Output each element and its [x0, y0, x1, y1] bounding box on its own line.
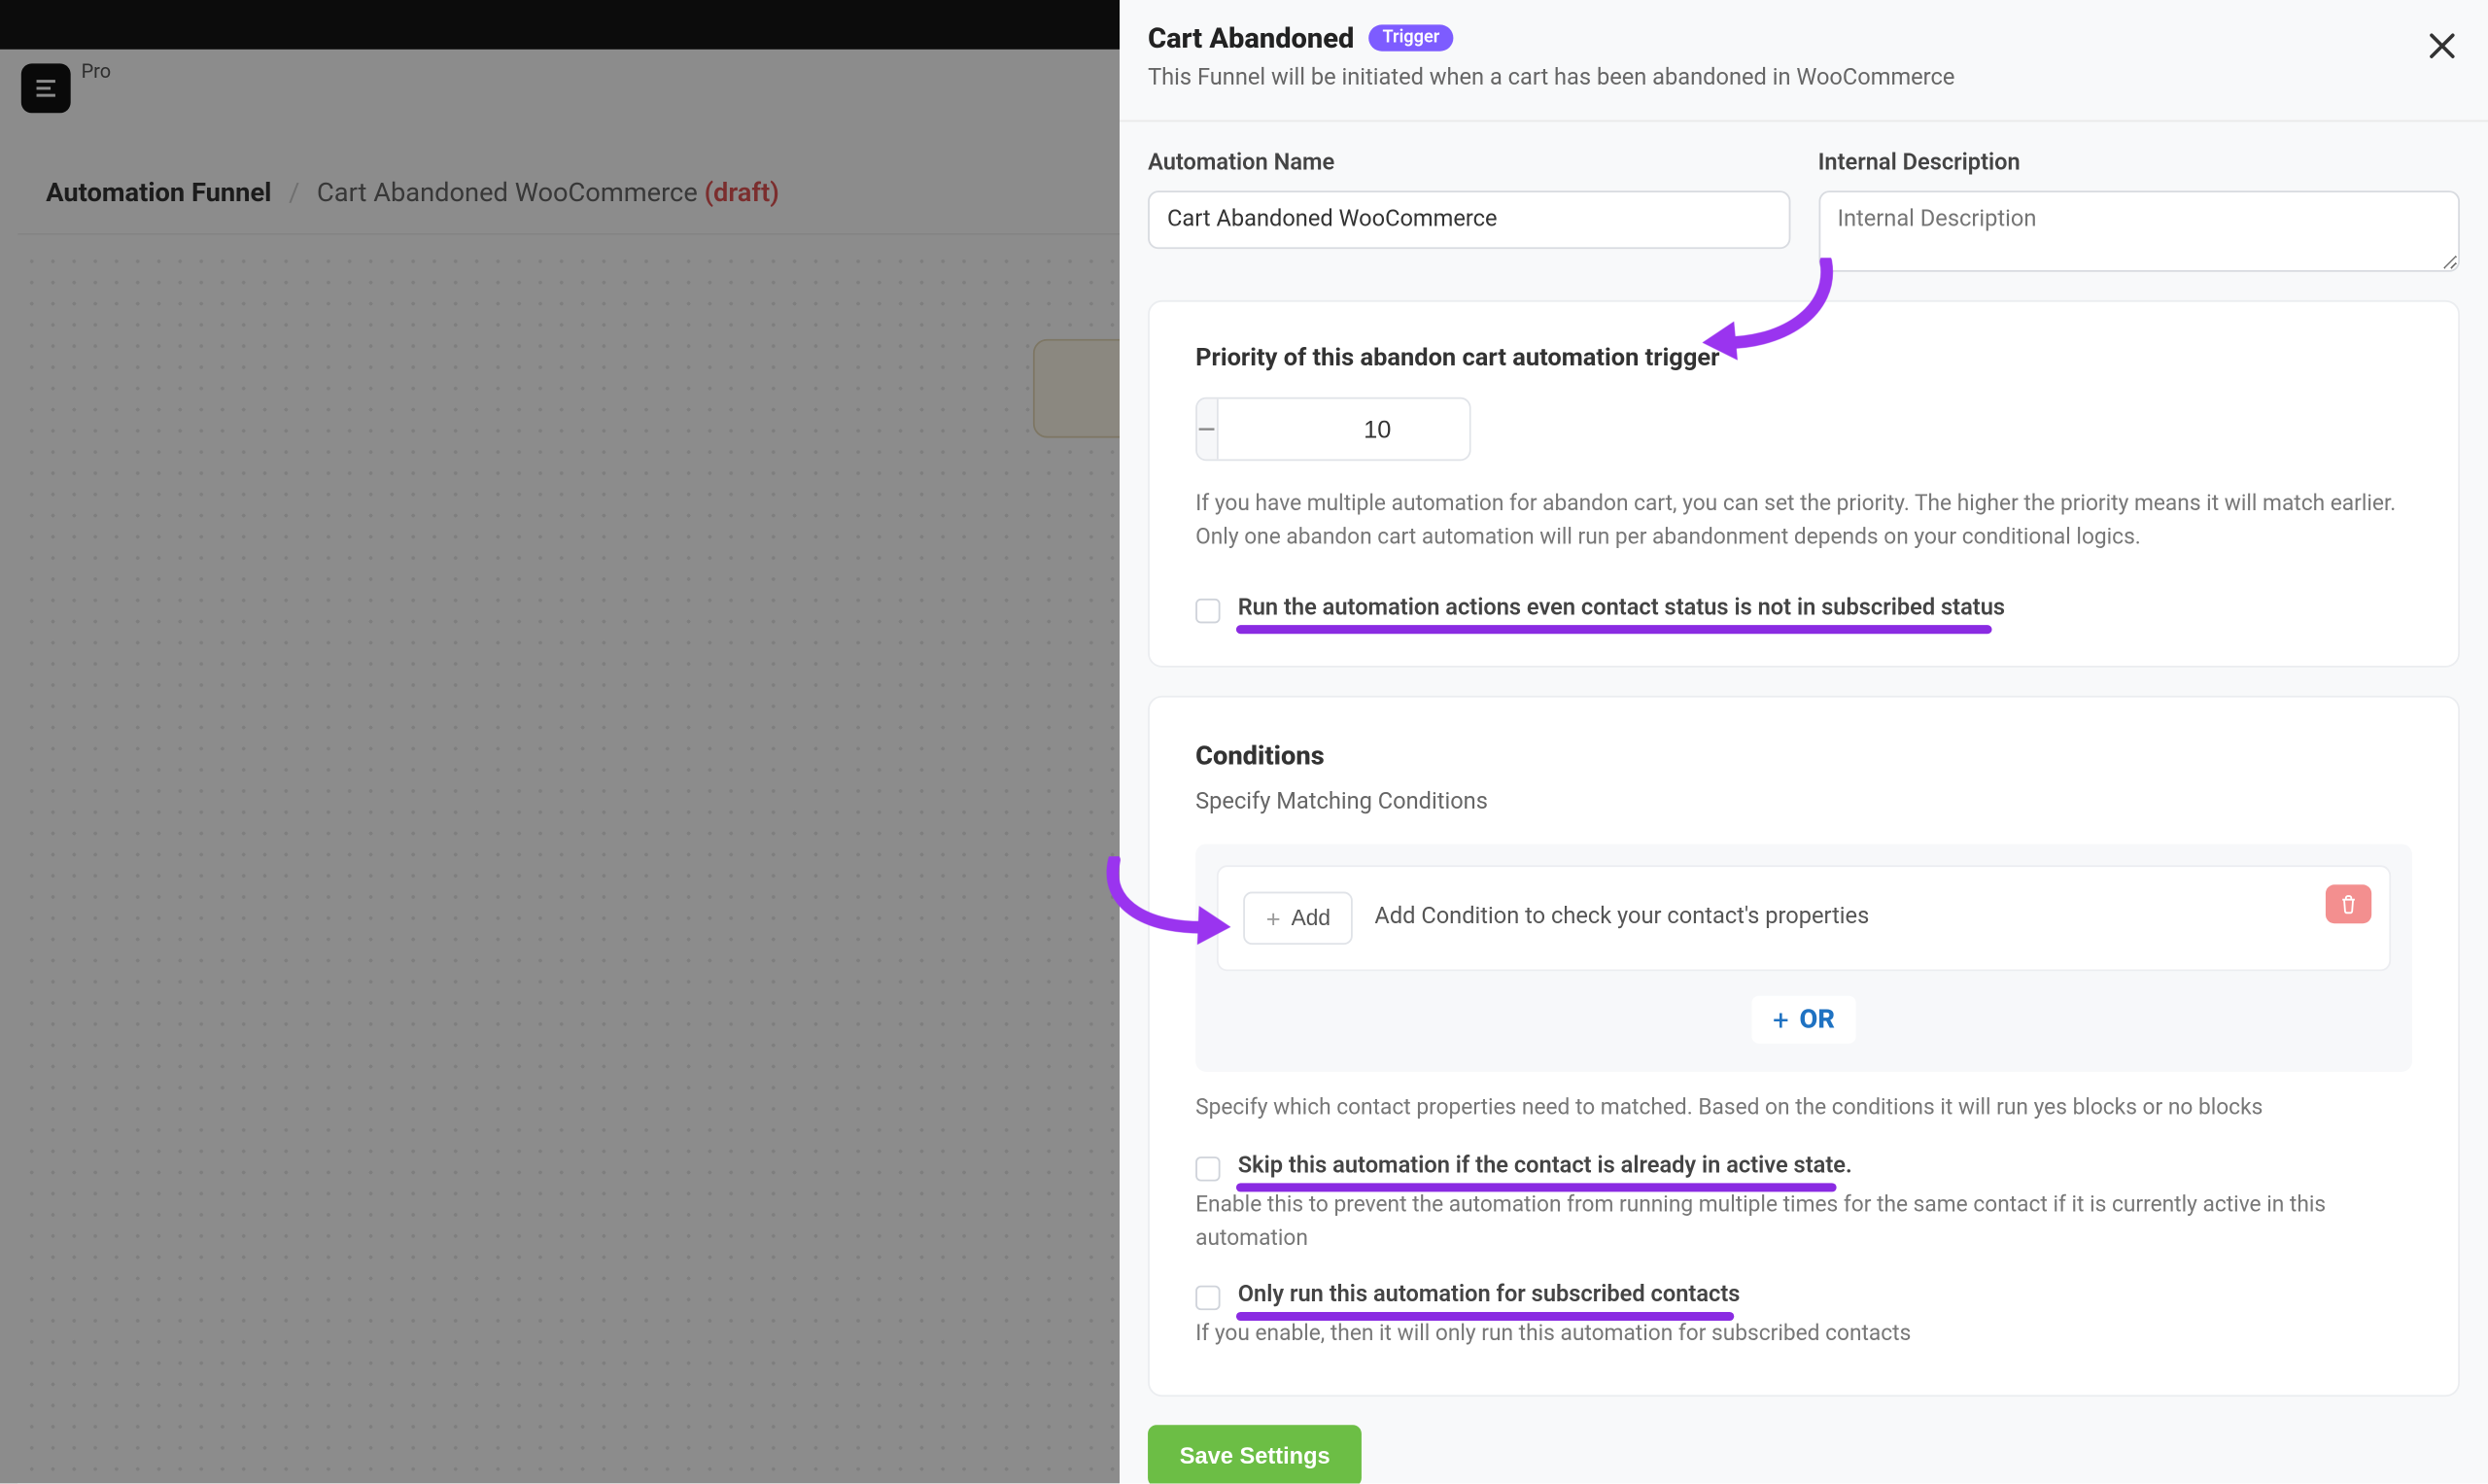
priority-decrement[interactable]: − [1197, 399, 1216, 460]
save-settings-button[interactable]: Save Settings [1148, 1424, 1362, 1483]
annotation-underline-1 [1236, 624, 1992, 633]
priority-card: Priority of this abandon cart automation… [1148, 300, 2460, 667]
settings-panel: Cart Abandoned Trigger This Funnel will … [1120, 0, 2488, 1483]
run-even-checkbox[interactable] [1195, 598, 1220, 622]
annotation-underline-2 [1236, 1184, 1837, 1192]
run-even-label: Run the automation actions even contact … [1238, 594, 2005, 620]
priority-help: If you have multiple automation for aban… [1195, 489, 2412, 555]
skip-help: Enable this to prevent the automation fr… [1195, 1191, 2412, 1257]
condition-group: + Add Add Condition to check your contac… [1195, 844, 2412, 1071]
panel-subtitle: This Funnel will be initiated when a car… [1148, 65, 2460, 91]
subscribed-help: If you enable, then it will only run thi… [1195, 1319, 2412, 1352]
priority-heading: Priority of this abandon cart automation… [1195, 344, 2412, 372]
priority-input[interactable] [1216, 399, 1471, 460]
add-button-label: Add [1291, 905, 1330, 929]
subscribed-label: Only run this automation for subscribed … [1238, 1282, 1741, 1308]
conditions-sub: Specify Matching Conditions [1195, 788, 2412, 814]
skip-label: Skip this automation if the contact is a… [1238, 1154, 1852, 1180]
plus-icon: + [1773, 1002, 1788, 1036]
panel-title: Cart Abandoned [1148, 21, 1354, 55]
annotation-underline-3 [1236, 1312, 1734, 1321]
trigger-badge: Trigger [1368, 24, 1454, 51]
conditions-heading: Conditions [1195, 739, 2412, 771]
subscribed-checkbox[interactable] [1195, 1285, 1220, 1309]
add-condition-button[interactable]: + Add [1243, 891, 1353, 945]
internal-desc-label: Internal Description [1817, 150, 2459, 176]
panel-header: Cart Abandoned Trigger This Funnel will … [1120, 0, 2488, 121]
automation-name-input[interactable] [1148, 190, 1789, 249]
conditions-help: Specify which contact properties need to… [1195, 1092, 2412, 1125]
conditions-card: Conditions Specify Matching Conditions +… [1148, 695, 2460, 1396]
close-icon[interactable] [2421, 24, 2464, 67]
automation-name-label: Automation Name [1148, 150, 1789, 176]
or-button[interactable]: + OR [1751, 995, 1855, 1043]
or-label: OR [1799, 1003, 1834, 1035]
delete-condition-button[interactable] [2326, 883, 2371, 922]
internal-desc-input[interactable] [1817, 190, 2459, 272]
condition-row: + Add Add Condition to check your contac… [1217, 864, 2391, 970]
add-condition-hint: Add Condition to check your contact's pr… [1374, 904, 1869, 930]
plus-icon: + [1266, 903, 1281, 931]
skip-checkbox[interactable] [1195, 1157, 1220, 1182]
priority-stepper: − + [1195, 397, 1470, 461]
